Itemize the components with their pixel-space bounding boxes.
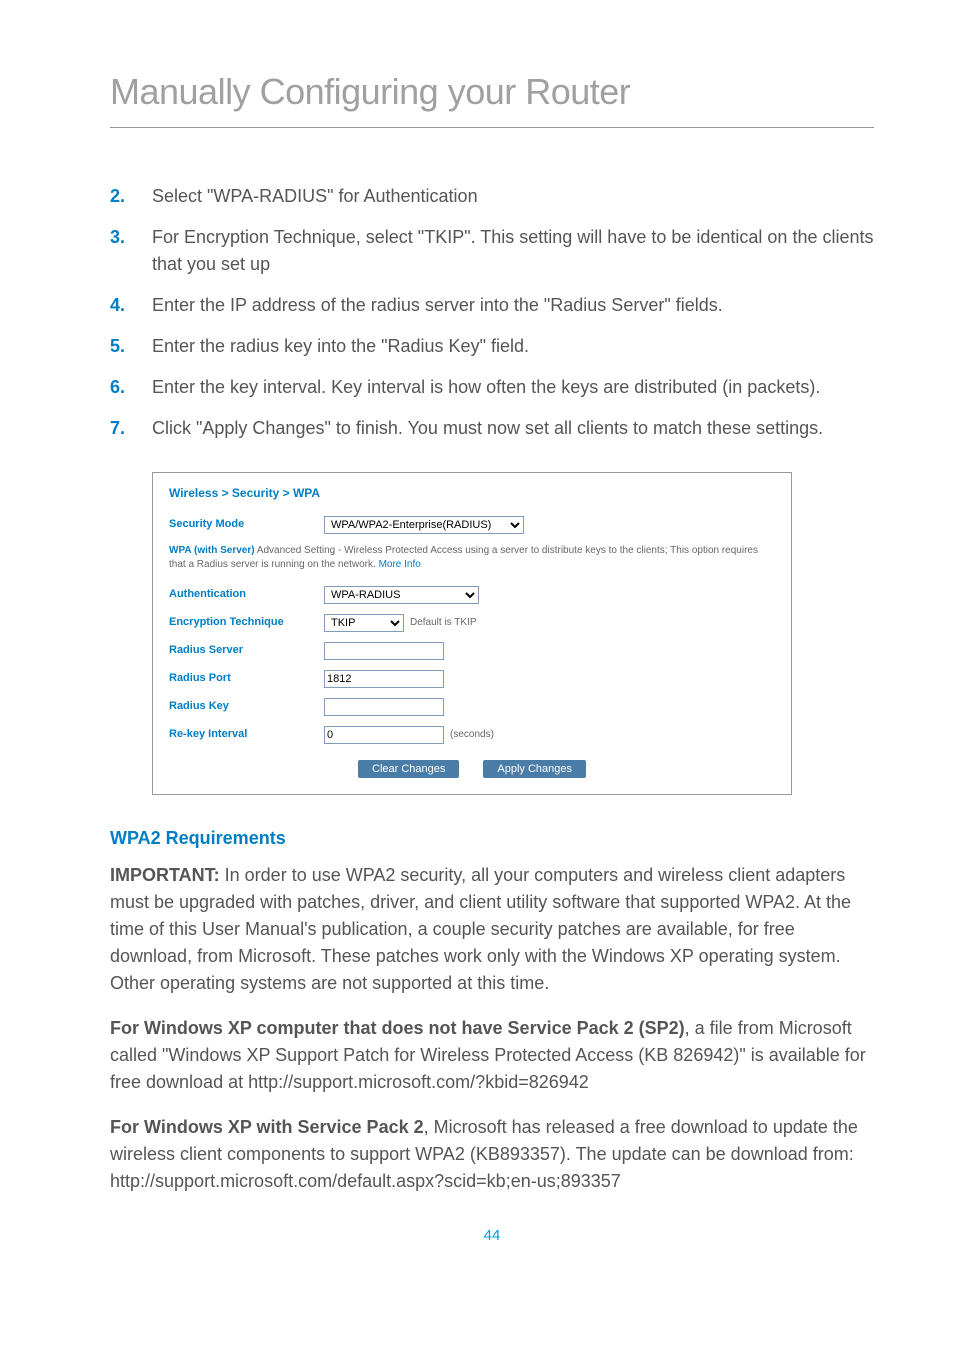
radius-key-input[interactable]: [324, 698, 444, 716]
radius-server-label: Radius Server: [169, 643, 324, 658]
step-number: 3.: [110, 224, 152, 278]
radius-port-label: Radius Port: [169, 671, 324, 686]
step-text: For Encryption Technique, select "TKIP".…: [152, 224, 874, 278]
rekey-unit: (seconds): [450, 728, 494, 742]
important-text: In order to use WPA2 security, all your …: [110, 865, 851, 993]
step-item: 6. Enter the key interval. Key interval …: [110, 374, 874, 401]
step-number: 6.: [110, 374, 152, 401]
step-text: Enter the radius key into the "Radius Ke…: [152, 333, 874, 360]
authentication-label: Authentication: [169, 587, 324, 602]
sp2-update-paragraph: For Windows XP with Service Pack 2, Micr…: [110, 1114, 874, 1195]
more-info-link[interactable]: More Info: [379, 559, 421, 570]
config-screenshot: Wireless > Security > WPA Security Mode …: [152, 472, 792, 795]
note-bold: WPA (with Server): [169, 545, 255, 556]
step-item: 5. Enter the radius key into the "Radius…: [110, 333, 874, 360]
security-mode-select[interactable]: WPA/WPA2-Enterprise(RADIUS): [324, 516, 524, 534]
wpa-server-note: WPA (with Server) Advanced Setting - Wir…: [169, 544, 775, 572]
step-number: 4.: [110, 292, 152, 319]
step-item: 2. Select "WPA-RADIUS" for Authenticatio…: [110, 183, 874, 210]
sp2-bold: For Windows XP computer that does not ha…: [110, 1018, 685, 1038]
step-text: Enter the IP address of the radius serve…: [152, 292, 874, 319]
authentication-select[interactable]: WPA-RADIUS: [324, 586, 479, 604]
clear-changes-button[interactable]: Clear Changes: [358, 760, 459, 778]
step-text: Select "WPA-RADIUS" for Authentication: [152, 183, 874, 210]
wpa2-requirements-heading: WPA2 Requirements: [110, 825, 874, 852]
step-item: 4. Enter the IP address of the radius se…: [110, 292, 874, 319]
sp2-update-bold: For Windows XP with Service Pack 2: [110, 1117, 424, 1137]
step-number: 2.: [110, 183, 152, 210]
important-label: IMPORTANT:: [110, 865, 220, 885]
radius-server-input[interactable]: [324, 642, 444, 660]
step-number: 7.: [110, 415, 152, 442]
steps-list: 2. Select "WPA-RADIUS" for Authenticatio…: [110, 183, 874, 442]
step-item: 3. For Encryption Technique, select "TKI…: [110, 224, 874, 278]
encryption-default-text: Default is TKIP: [410, 616, 477, 630]
page-title: Manually Configuring your Router: [110, 65, 874, 128]
important-paragraph: IMPORTANT: In order to use WPA2 security…: [110, 862, 874, 997]
sp2-paragraph: For Windows XP computer that does not ha…: [110, 1015, 874, 1096]
page-number: 44: [110, 1225, 874, 1248]
radius-key-label: Radius Key: [169, 699, 324, 714]
step-text: Click "Apply Changes" to finish. You mus…: [152, 415, 874, 442]
rekey-interval-label: Re-key Interval: [169, 727, 324, 742]
step-item: 7. Click "Apply Changes" to finish. You …: [110, 415, 874, 442]
step-number: 5.: [110, 333, 152, 360]
encryption-select[interactable]: TKIP: [324, 614, 404, 632]
radius-port-input[interactable]: [324, 670, 444, 688]
rekey-interval-input[interactable]: [324, 726, 444, 744]
breadcrumb: Wireless > Security > WPA: [169, 485, 775, 502]
note-text: Advanced Setting - Wireless Protected Ac…: [169, 545, 758, 570]
apply-changes-button[interactable]: Apply Changes: [483, 760, 586, 778]
step-text: Enter the key interval. Key interval is …: [152, 374, 874, 401]
security-mode-label: Security Mode: [169, 517, 324, 532]
encryption-label: Encryption Technique: [169, 615, 324, 630]
